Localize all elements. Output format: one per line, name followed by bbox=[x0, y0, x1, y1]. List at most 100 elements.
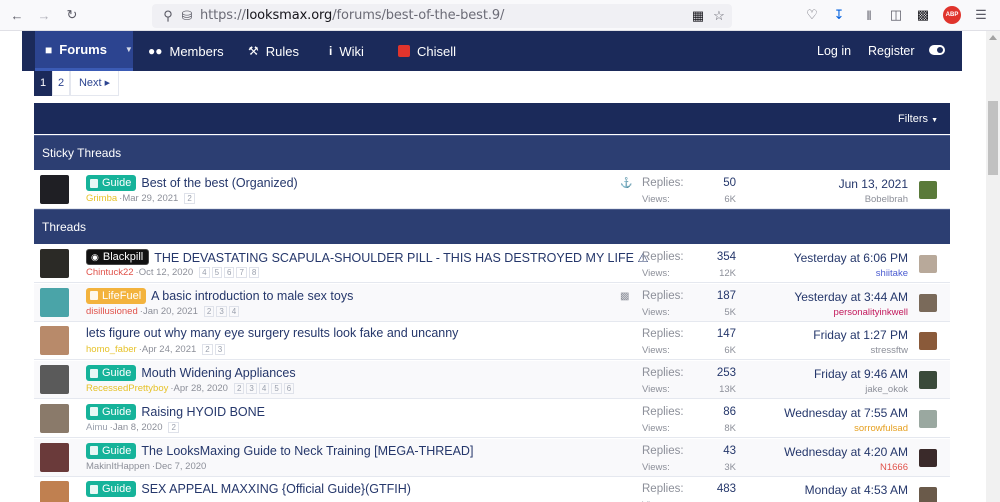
thread-title[interactable]: lets figure out why many eye surgery res… bbox=[86, 326, 458, 340]
thread-prefix-label[interactable]: Guide bbox=[86, 175, 137, 191]
thread-title[interactable]: Raising HYOID BONE bbox=[141, 405, 265, 419]
thread-start-date[interactable]: Oct 12, 2020 bbox=[139, 267, 193, 278]
qr-icon[interactable]: ▦ bbox=[689, 7, 707, 25]
avatar[interactable] bbox=[40, 175, 69, 204]
thread-author[interactable]: disillusioned bbox=[86, 306, 138, 317]
last-poster-avatar[interactable] bbox=[919, 255, 937, 273]
thread-page-link[interactable]: 6 bbox=[224, 267, 235, 278]
thread-page-link[interactable]: 2 bbox=[202, 344, 213, 356]
scroll-up-icon[interactable] bbox=[989, 35, 997, 40]
filters-button[interactable]: Filters ▼ bbox=[898, 113, 938, 125]
thread-title[interactable]: The LooksMaxing Guide to Neck Training [… bbox=[141, 444, 473, 458]
shield-icon[interactable]: ⚲ bbox=[159, 7, 177, 25]
thread-prefix-label[interactable]: Guide bbox=[86, 481, 137, 498]
register-link[interactable]: Register bbox=[868, 31, 915, 71]
thread-start-date[interactable]: Dec 7, 2020 bbox=[155, 461, 206, 472]
thread-author[interactable]: MakinItHappen bbox=[86, 461, 150, 472]
last-post-date[interactable]: Yesterday at 6:06 PM bbox=[794, 251, 908, 265]
pocket-icon[interactable]: ♡ bbox=[803, 6, 821, 24]
chevron-down-icon[interactable]: ▼ bbox=[125, 45, 133, 54]
thread-prefix-label[interactable]: ◉ Blackpill bbox=[86, 249, 150, 265]
reload-icon[interactable]: ↻ bbox=[63, 6, 81, 24]
last-post-date[interactable]: Yesterday at 3:44 AM bbox=[794, 290, 908, 304]
extensions-icon[interactable]: ▩ bbox=[914, 6, 932, 24]
last-post-user[interactable]: N1666 bbox=[880, 462, 908, 473]
thread-row[interactable]: ◉ Blackpill THE DEVASTATING SCAPULA-SHOULD… bbox=[34, 245, 950, 283]
download-icon[interactable]: ↧ bbox=[830, 6, 848, 24]
thread-page-link[interactable]: 3 bbox=[246, 383, 257, 395]
style-toggle[interactable] bbox=[929, 45, 945, 55]
thread-author[interactable]: Grimba bbox=[86, 193, 117, 204]
thread-title[interactable]: SEX APPEAL MAXXING {Official Guide}(GTFI… bbox=[141, 482, 411, 496]
thread-author[interactable]: homo_faber bbox=[86, 344, 137, 355]
forward-icon[interactable]: → bbox=[35, 6, 53, 24]
thread-page-link[interactable]: 4 bbox=[199, 267, 210, 278]
thread-page-link[interactable]: 2 bbox=[233, 383, 245, 395]
menu-icon[interactable]: ☰ bbox=[972, 6, 990, 24]
last-post-date[interactable]: Monday at 4:53 AM bbox=[805, 483, 908, 497]
avatar[interactable] bbox=[40, 287, 69, 317]
thread-row[interactable]: Guide Best of the best (Organized) Grimba … bbox=[34, 171, 950, 209]
last-poster-avatar[interactable] bbox=[919, 332, 937, 351]
last-poster-avatar[interactable] bbox=[919, 448, 937, 467]
last-post-date[interactable]: Wednesday at 7:55 AM bbox=[784, 406, 908, 420]
avatar[interactable] bbox=[40, 481, 69, 502]
back-icon[interactable]: ← bbox=[8, 6, 26, 24]
thread-row[interactable]: Guide Mouth Widening Appliances RecessedPr… bbox=[34, 361, 950, 400]
thread-page-link[interactable]: 6 bbox=[283, 383, 295, 395]
thread-author[interactable]: RecessedPrettyboy bbox=[86, 383, 168, 394]
thread-title[interactable]: Best of the best (Organized) bbox=[141, 176, 297, 190]
tab-forums[interactable]: ■ Forums ▼ bbox=[35, 31, 133, 71]
thread-row[interactable]: Guide The LooksMaxing Guide to Neck Train… bbox=[34, 438, 950, 477]
tab-wiki[interactable]: i Wiki bbox=[329, 31, 364, 71]
last-post-date[interactable]: Friday at 1:27 PM bbox=[813, 328, 908, 342]
last-poster-avatar[interactable] bbox=[919, 293, 937, 312]
thread-page-link[interactable]: 8 bbox=[248, 267, 260, 278]
library-icon[interactable]: ‖ bbox=[860, 6, 878, 24]
page-link-1[interactable]: 1 bbox=[34, 71, 52, 96]
thread-page-link[interactable]: 5 bbox=[211, 267, 223, 278]
avatar[interactable] bbox=[40, 249, 69, 278]
thread-page-link[interactable]: 5 bbox=[271, 383, 282, 395]
last-poster-avatar[interactable] bbox=[919, 487, 937, 502]
avatar[interactable] bbox=[40, 326, 69, 356]
sidebar-icon[interactable]: ◫ bbox=[887, 6, 905, 24]
thread-page-link[interactable]: 2 bbox=[184, 193, 195, 204]
last-post-user[interactable]: personalityinkwell bbox=[834, 307, 908, 318]
lock-icon[interactable]: ⛁ bbox=[178, 7, 196, 25]
thread-row[interactable]: Guide SEX APPEAL MAXXING {Official Guide}… bbox=[34, 477, 950, 502]
thread-title[interactable]: Mouth Widening Appliances bbox=[141, 366, 295, 380]
last-poster-avatar[interactable] bbox=[919, 181, 937, 199]
last-post-date[interactable]: Friday at 9:46 AM bbox=[814, 367, 908, 381]
last-post-user[interactable]: jake_okok bbox=[865, 384, 908, 395]
thread-author[interactable]: Chintuck22 bbox=[86, 267, 134, 278]
thread-start-date[interactable]: Jan 20, 2021 bbox=[143, 306, 198, 317]
thread-start-date[interactable]: Mar 29, 2021 bbox=[122, 193, 178, 204]
thread-page-link[interactable]: 7 bbox=[236, 267, 247, 278]
thread-prefix-label[interactable]: Guide bbox=[86, 365, 137, 382]
avatar[interactable] bbox=[40, 403, 69, 433]
last-post-user[interactable]: shiitake bbox=[876, 268, 908, 279]
thread-prefix-label[interactable]: Guide bbox=[86, 403, 137, 420]
last-post-user[interactable]: stressftw bbox=[871, 345, 908, 356]
last-poster-avatar[interactable] bbox=[919, 409, 937, 428]
last-post-date[interactable]: Wednesday at 4:20 AM bbox=[784, 445, 908, 459]
last-post-user[interactable]: sorrowfulsad bbox=[854, 423, 908, 434]
avatar[interactable] bbox=[40, 442, 69, 472]
adblock-icon[interactable]: ABP bbox=[943, 6, 961, 24]
thread-author[interactable]: Aimu bbox=[86, 422, 108, 433]
last-post-user[interactable]: Bobelbrah bbox=[865, 194, 908, 205]
thread-prefix-label[interactable]: LifeFuel bbox=[86, 287, 147, 304]
page-link-2[interactable]: 2 bbox=[52, 71, 70, 96]
next-page-link[interactable]: Next ▶ bbox=[70, 71, 119, 96]
thread-page-link[interactable]: 4 bbox=[258, 383, 270, 395]
login-link[interactable]: Log in bbox=[817, 31, 851, 71]
thread-start-date[interactable]: Apr 28, 2020 bbox=[174, 383, 228, 394]
thread-title[interactable]: A basic introduction to male sex toys bbox=[151, 289, 353, 303]
thread-page-link[interactable]: 2 bbox=[203, 305, 215, 317]
scroll-thumb[interactable] bbox=[988, 101, 998, 175]
thread-row[interactable]: lets figure out why many eye surgery res… bbox=[34, 322, 950, 361]
thread-start-date[interactable]: Apr 24, 2021 bbox=[142, 344, 196, 355]
url-bar[interactable]: ⚲ ⛁ https://looksmax.org/forums/best-of-… bbox=[152, 4, 732, 28]
last-poster-avatar[interactable] bbox=[919, 371, 937, 390]
